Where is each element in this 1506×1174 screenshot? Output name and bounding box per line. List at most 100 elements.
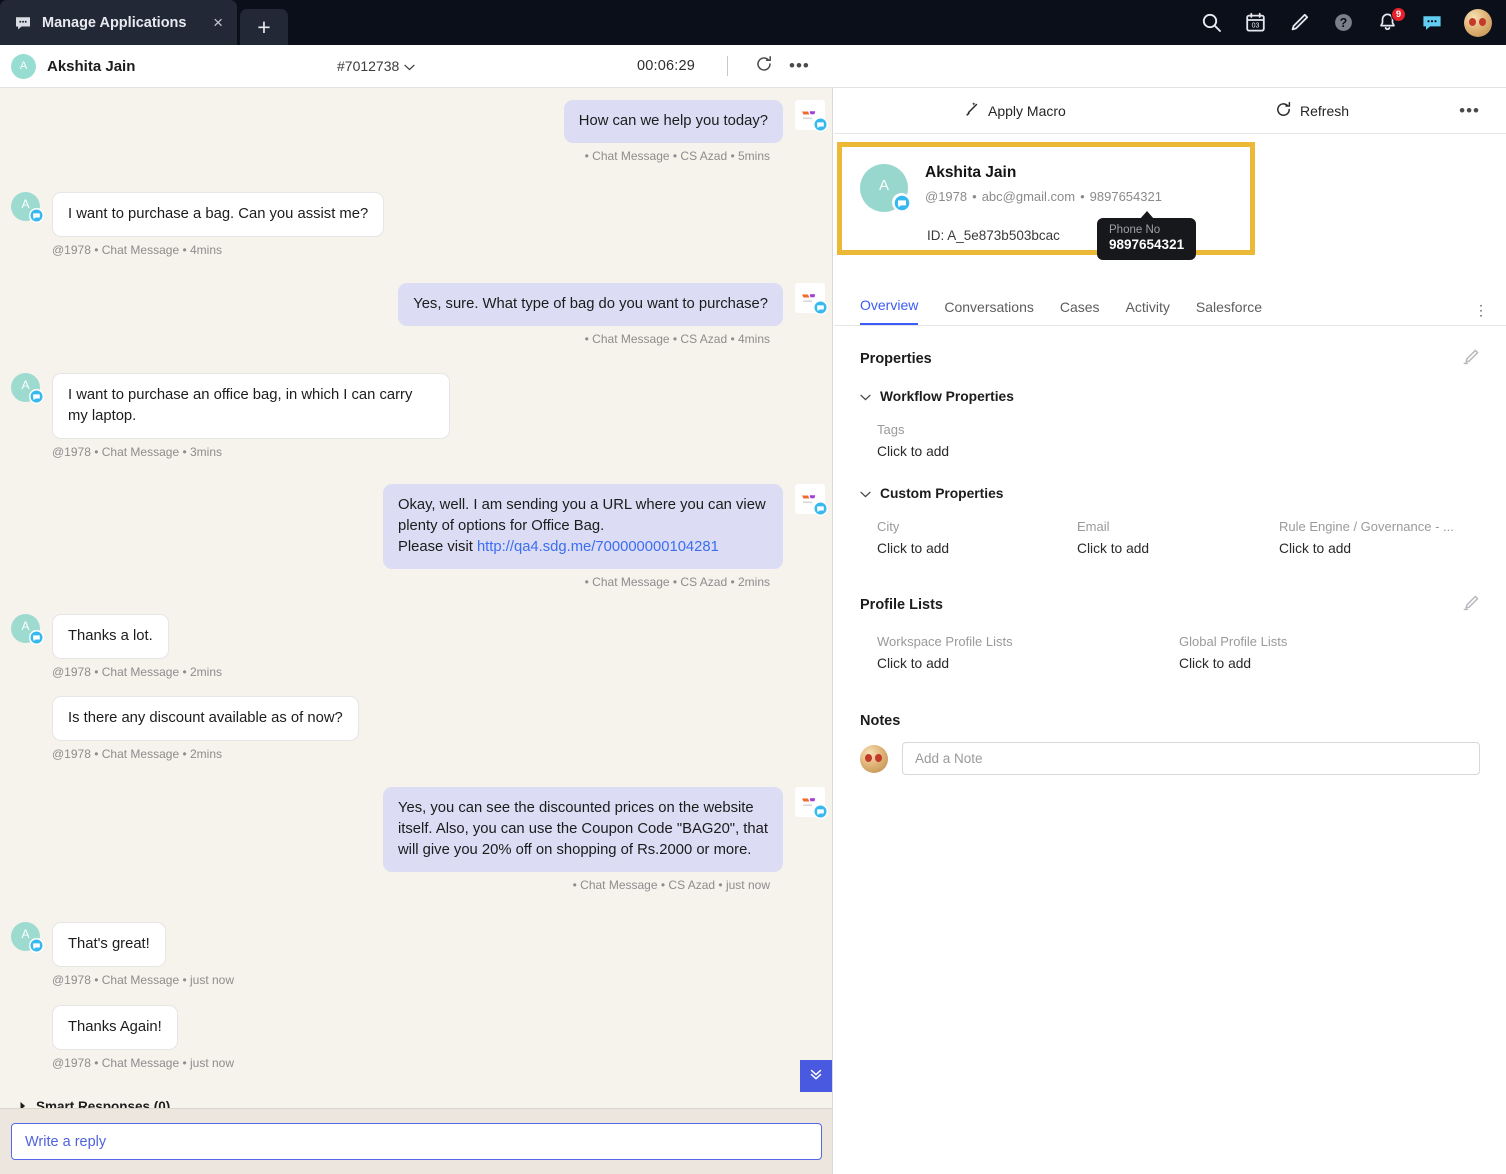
properties-section: Properties Workflow Properties Tags Clic… [834, 348, 1506, 556]
field-value[interactable]: Click to add [1077, 541, 1279, 556]
profile-email[interactable]: abc@gmail.com [982, 189, 1075, 204]
tabs-overflow-icon[interactable]: ⋮ [1474, 302, 1488, 317]
reply-input[interactable]: Write a reply [11, 1123, 822, 1160]
notifications-bell-icon[interactable]: 9 [1376, 7, 1406, 34]
chat-message: Yes, you can see the discounted prices o… [0, 787, 832, 872]
field-value[interactable]: Click to add [1179, 656, 1439, 671]
custom-properties-toggle[interactable]: Custom Properties [860, 486, 1480, 501]
field-value[interactable]: Click to add [877, 541, 1077, 556]
workflow-properties-fields: Tags Click to add [860, 422, 1480, 459]
search-icon[interactable] [1200, 11, 1223, 34]
message-meta: • Chat Message • CS Azad • 4mins [584, 332, 770, 346]
browser-top-bar: Manage Applications × + 03 ? 9 [0, 0, 1506, 45]
message-bubble: Okay, well. I am sending you a URL where… [383, 484, 783, 569]
notes-title: Notes [860, 713, 901, 729]
app-tab-label: Manage Applications [42, 14, 187, 31]
tooltip-value: 9897654321 [1109, 237, 1185, 252]
pencil-icon[interactable] [1288, 11, 1311, 34]
profile-phone[interactable]: 9897654321 [1090, 189, 1162, 204]
tab-cases[interactable]: Cases [1060, 299, 1100, 325]
channel-chat-icon [29, 938, 44, 953]
message-bubble: Is there any discount available as of no… [52, 696, 359, 741]
message-meta: @1978 • Chat Message • 4mins [52, 243, 222, 257]
avatar-spacer [11, 696, 40, 725]
chat-message: A Thanks a lot. [0, 614, 832, 659]
field-value[interactable]: Click to add [877, 656, 1179, 671]
message-link[interactable]: http://qa4.sdg.me/700000000104281 [477, 539, 719, 555]
close-icon[interactable]: × [213, 14, 223, 31]
workflow-properties-label: Workflow Properties [880, 389, 1014, 404]
tab-conversations[interactable]: Conversations [944, 299, 1034, 325]
field-value[interactable]: Click to add [1279, 541, 1479, 556]
field-workspace-profile-lists: Workspace Profile Lists Click to add [877, 634, 1179, 671]
profile-lists-title: Profile Lists [860, 597, 943, 613]
tab-salesforce[interactable]: Salesforce [1196, 299, 1262, 325]
message-meta: @1978 • Chat Message • just now [52, 1056, 235, 1070]
workflow-properties-toggle[interactable]: Workflow Properties [860, 389, 1480, 404]
conversation-header: A Akshita Jain #7012738 00:06:29 ••• Cas… [0, 45, 1506, 133]
reply-bar: Write a reply [0, 1108, 832, 1174]
new-tab-button[interactable]: + [240, 9, 288, 45]
profile-tabs: Overview Conversations Cases Activity Sa… [834, 284, 1506, 326]
chat-message: A I want to purchase a bag. Can you assi… [0, 192, 832, 237]
refresh-icon[interactable] [755, 55, 773, 78]
field-label: Tags [877, 422, 905, 437]
help-icon[interactable]: ? [1332, 11, 1355, 34]
phone-number-tooltip: Phone No 9897654321 [1097, 211, 1197, 260]
field-label: City [877, 519, 900, 534]
channel-chat-icon [813, 501, 828, 516]
field-label: Workspace Profile Lists [877, 634, 1013, 649]
channel-chat-icon [29, 208, 44, 223]
avatar-initial: A [21, 619, 30, 633]
pencil-icon[interactable] [1462, 594, 1480, 616]
tab-activity[interactable]: Activity [1126, 299, 1170, 325]
add-note-row: Add a Note [860, 742, 1480, 775]
app-tab-manage-applications[interactable]: Manage Applications × [0, 0, 237, 45]
message-meta: • Chat Message • CS Azad • just now [572, 878, 770, 892]
refresh-button[interactable]: Refresh [1275, 101, 1349, 121]
message-bubble: That's great! [52, 922, 166, 967]
field-city: City Click to add [877, 519, 1077, 556]
calendar-icon[interactable]: 03 [1244, 11, 1267, 34]
channel-chat-icon [892, 193, 911, 212]
tab-overview[interactable]: Overview [860, 297, 919, 325]
user-avatar[interactable] [1464, 8, 1492, 37]
avatar: A [11, 922, 44, 953]
avatar: A [11, 53, 36, 79]
messages-icon[interactable] [1420, 11, 1443, 34]
divider [727, 56, 728, 76]
message-meta: @1978 • Chat Message • 2mins [52, 665, 222, 679]
field-value[interactable]: Click to add [877, 444, 1077, 459]
custom-properties-fields: City Click to add Email Click to add Rul… [860, 519, 1480, 556]
page-title: Akshita Jain [47, 57, 136, 75]
avatar: A [11, 373, 44, 404]
channel-chat-icon [29, 630, 44, 645]
chevron-down-icon [860, 486, 871, 501]
top-right-icon-group: 03 ? 9 [1200, 0, 1492, 45]
chat-message: Thanks Again! [0, 1005, 832, 1050]
avatar-initial: A [21, 197, 30, 211]
panel-more-icon[interactable]: ••• [1459, 101, 1480, 121]
avatar: A [860, 164, 911, 212]
apply-macro-button[interactable]: Apply Macro [963, 101, 1066, 121]
add-note-input[interactable]: Add a Note [902, 742, 1480, 775]
ticket-id-dropdown[interactable]: #7012738 [337, 58, 415, 74]
agent-avatar [795, 787, 828, 819]
notes-header: Notes [860, 713, 1480, 729]
chat-message: A That's great! [0, 922, 832, 967]
chat-message: Okay, well. I am sending you a URL where… [0, 484, 832, 569]
chat-message: A I want to purchase an office bag, in w… [0, 373, 832, 439]
avatar-spacer [11, 1005, 40, 1034]
message-bubble: I want to purchase a bag. Can you assist… [52, 192, 385, 237]
conversation-more-icon[interactable]: ••• [789, 56, 810, 76]
pencil-icon[interactable] [1462, 348, 1480, 370]
tooltip-label: Phone No [1109, 224, 1161, 236]
tab-strip: Manage Applications × + [0, 0, 288, 45]
profile-lists-section: Profile Lists Workspace Profile Lists Cl… [834, 594, 1506, 671]
properties-title: Properties [860, 351, 932, 367]
svg-text:?: ? [1340, 16, 1348, 30]
channel-chat-icon [813, 300, 828, 315]
message-bubble: Thanks Again! [52, 1005, 178, 1050]
chevron-down-icon [404, 58, 415, 74]
ticket-id-label: #7012738 [337, 58, 400, 74]
